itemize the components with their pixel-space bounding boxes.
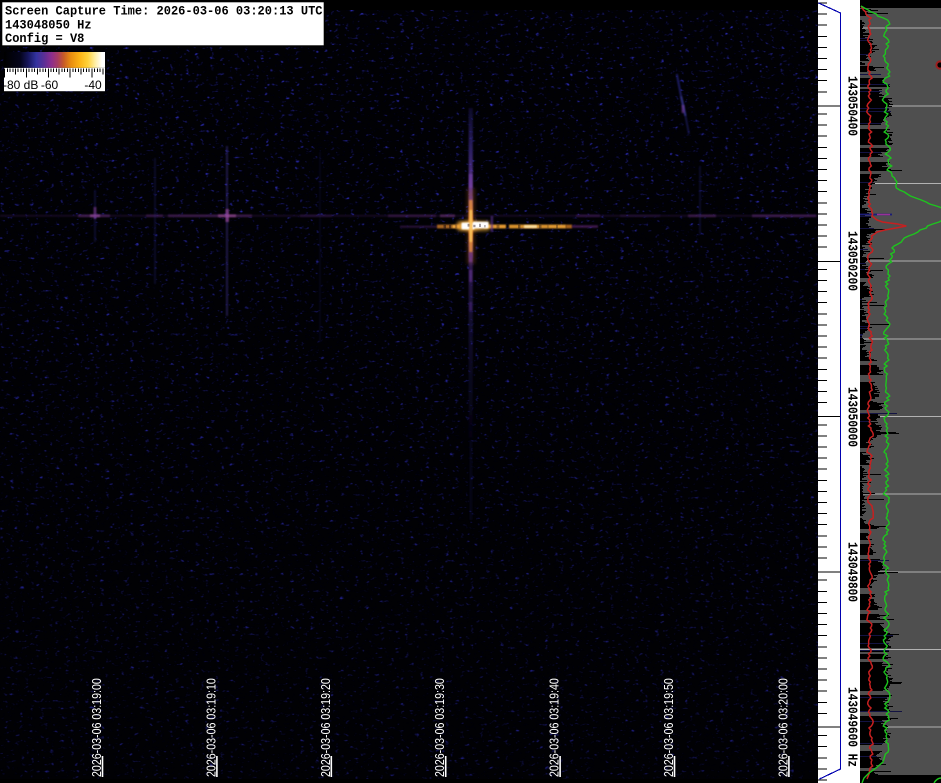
svg-text:Screen Capture Time: 2026-03-0: Screen Capture Time: 2026-03-06 03:20:13…	[5, 4, 323, 18]
svg-text:2026-03-06 03:19:20: 2026-03-06 03:19:20	[318, 678, 333, 777]
svg-text:2026-03-06 03:19:30: 2026-03-06 03:19:30	[432, 678, 447, 777]
svg-text:2026-03-06 03:19:10: 2026-03-06 03:19:10	[203, 678, 218, 777]
svg-text:-60: -60	[41, 78, 59, 92]
svg-text:-80 dB: -80 dB	[3, 78, 38, 92]
svg-text:143050400: 143050400	[844, 76, 860, 136]
svg-text:143048050 Hz: 143048050 Hz	[5, 18, 92, 32]
svg-text:2026-03-06 03:19:00: 2026-03-06 03:19:00	[89, 678, 104, 777]
svg-text:2026-03-06 03:19:40: 2026-03-06 03:19:40	[547, 678, 562, 777]
svg-text:2026-03-06 03:19:50: 2026-03-06 03:19:50	[661, 678, 676, 777]
svg-text:Config = V8: Config = V8	[5, 32, 84, 46]
svg-text:-40: -40	[84, 78, 102, 92]
svg-text:143049800: 143049800	[844, 542, 860, 602]
svg-text:143050200: 143050200	[844, 231, 860, 291]
svg-text:143049600 Hz: 143049600 Hz	[844, 687, 860, 767]
svg-text:143050000: 143050000	[844, 387, 860, 447]
svg-text:2026-03-06 03:20:00: 2026-03-06 03:20:00	[775, 678, 790, 777]
